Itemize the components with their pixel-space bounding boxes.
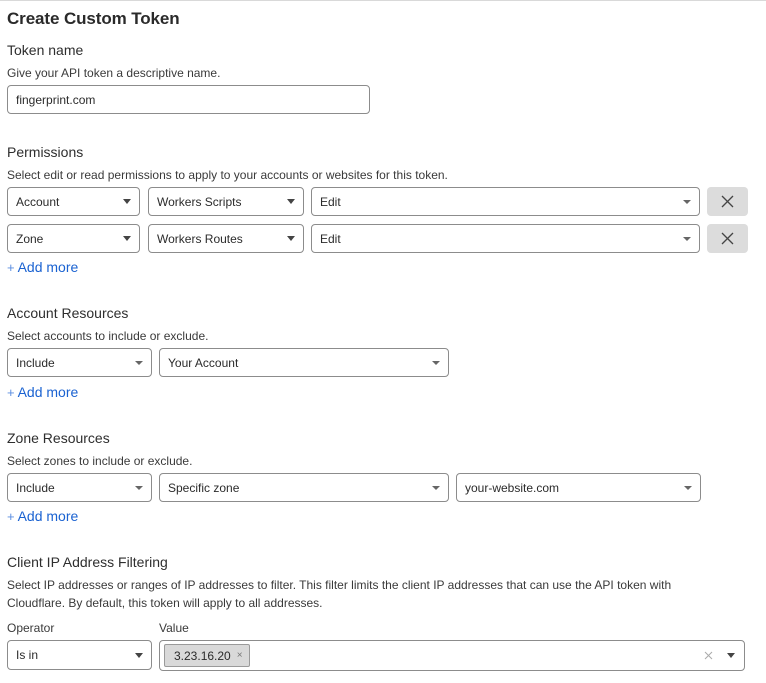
permission-scope-select-1[interactable]: Account bbox=[7, 187, 140, 216]
token-name-input[interactable]: fingerprint.com bbox=[7, 85, 370, 114]
ip-value-multiselect[interactable]: 3.23.16.20 × bbox=[159, 640, 745, 671]
permission-resource-value: Workers Routes bbox=[157, 231, 243, 246]
operator-value: Is in bbox=[16, 648, 39, 662]
add-more-label: Add more bbox=[17, 259, 79, 275]
permission-resource-select-2[interactable]: Workers Routes bbox=[148, 224, 304, 253]
zone-resources-add-more-link[interactable]: + Add more bbox=[7, 508, 78, 524]
chevron-down-icon[interactable] bbox=[727, 653, 735, 658]
remove-permission-button-2[interactable] bbox=[707, 224, 748, 253]
page-title: Create Custom Token bbox=[7, 9, 180, 28]
permissions-label: Permissions bbox=[7, 144, 84, 160]
permission-resource-value: Workers Scripts bbox=[157, 194, 242, 209]
account-include-value: Include bbox=[16, 355, 55, 370]
token-name-label: Token name bbox=[7, 42, 84, 58]
operator-select[interactable]: Is in bbox=[7, 640, 152, 670]
zone-type-select[interactable]: Specific zone bbox=[159, 473, 449, 502]
plus-icon: + bbox=[7, 259, 15, 275]
zone-include-value: Include bbox=[16, 480, 55, 495]
close-icon bbox=[721, 232, 734, 245]
clear-icon[interactable] bbox=[704, 651, 713, 660]
account-resources-add-more-link[interactable]: + Add more bbox=[7, 384, 78, 400]
ip-value-tag-label: 3.23.16.20 bbox=[174, 648, 231, 663]
chevron-down-icon bbox=[135, 485, 143, 490]
account-value: Your Account bbox=[168, 355, 239, 370]
account-resources-label: Account Resources bbox=[7, 305, 129, 321]
account-select[interactable]: Your Account bbox=[159, 348, 449, 377]
chevron-down-icon bbox=[684, 485, 692, 490]
plus-icon: + bbox=[7, 384, 15, 400]
ip-value-tag: 3.23.16.20 × bbox=[164, 644, 250, 667]
add-more-label: Add more bbox=[17, 384, 79, 400]
permission-resource-select-1[interactable]: Workers Scripts bbox=[148, 187, 304, 216]
chevron-down-icon bbox=[135, 652, 143, 658]
chevron-down-icon bbox=[683, 236, 691, 241]
permissions-description: Select edit or read permissions to apply… bbox=[7, 168, 448, 182]
zone-resources-label: Zone Resources bbox=[7, 430, 110, 446]
plus-icon: + bbox=[7, 508, 15, 524]
zone-select[interactable]: your-website.com bbox=[456, 473, 701, 502]
operator-label: Operator bbox=[7, 621, 55, 635]
chevron-down-icon bbox=[287, 199, 295, 204]
permissions-add-more-link[interactable]: + Add more bbox=[7, 259, 78, 275]
ip-filtering-description-line-2: Cloudflare. By default, this token will … bbox=[7, 596, 323, 610]
account-resources-description: Select accounts to include or exclude. bbox=[7, 329, 209, 343]
chevron-down-icon bbox=[683, 199, 691, 204]
multiselect-controls bbox=[704, 651, 735, 660]
chevron-down-icon bbox=[287, 236, 295, 241]
token-name-value: fingerprint.com bbox=[16, 92, 96, 107]
permission-scope-select-2[interactable]: Zone bbox=[7, 224, 140, 253]
permission-access-value: Edit bbox=[320, 231, 341, 246]
permission-access-select-2[interactable]: Edit bbox=[311, 224, 700, 253]
zone-resources-description: Select zones to include or exclude. bbox=[7, 454, 193, 468]
chevron-down-icon bbox=[123, 199, 131, 204]
permission-access-select-1[interactable]: Edit bbox=[311, 187, 700, 216]
permission-scope-value: Zone bbox=[16, 231, 44, 246]
close-icon bbox=[721, 195, 734, 208]
ip-filtering-description-line-1: Select IP addresses or ranges of IP addr… bbox=[7, 578, 672, 592]
permission-scope-value: Account bbox=[16, 194, 60, 209]
zone-type-value: Specific zone bbox=[168, 480, 240, 495]
zone-include-select[interactable]: Include bbox=[7, 473, 152, 502]
tag-remove-icon[interactable]: × bbox=[237, 650, 243, 661]
permission-access-value: Edit bbox=[320, 194, 341, 209]
add-more-label: Add more bbox=[17, 508, 79, 524]
account-include-select[interactable]: Include bbox=[7, 348, 152, 377]
zone-value: your-website.com bbox=[465, 480, 560, 495]
token-name-description: Give your API token a descriptive name. bbox=[7, 66, 221, 80]
chevron-down-icon bbox=[135, 360, 143, 365]
ip-filtering-label: Client IP Address Filtering bbox=[7, 554, 168, 570]
chevron-down-icon bbox=[432, 485, 440, 490]
value-label: Value bbox=[159, 621, 189, 635]
chevron-down-icon bbox=[123, 236, 131, 241]
chevron-down-icon bbox=[432, 360, 440, 365]
remove-permission-button-1[interactable] bbox=[707, 187, 748, 216]
